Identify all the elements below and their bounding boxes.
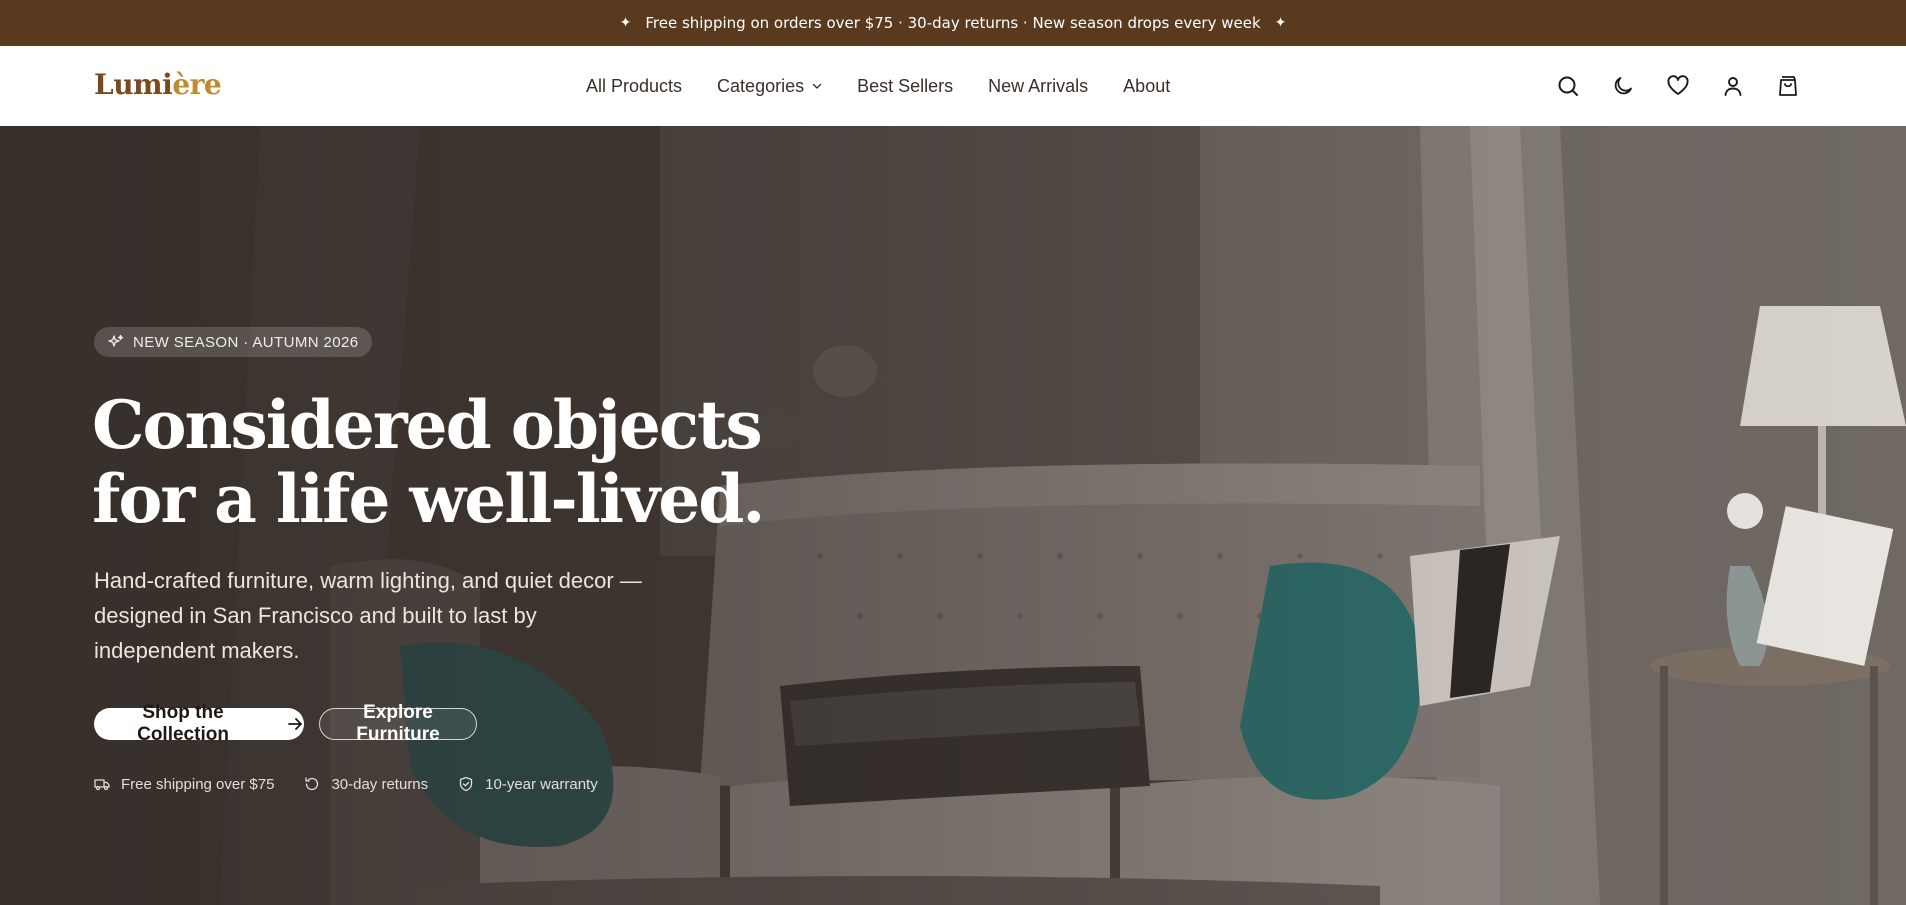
search-icon xyxy=(1558,76,1578,96)
nav-categories[interactable]: Categories xyxy=(717,76,822,97)
sparkle-icon: ✦ xyxy=(619,15,632,31)
perk-label: 30-day returns xyxy=(331,775,429,793)
chevron-down-icon xyxy=(812,83,822,89)
nav-label: Best Sellers xyxy=(857,75,954,96)
theme-toggle-button[interactable] xyxy=(1611,74,1635,98)
perk-label: Free shipping over $75 xyxy=(121,775,275,793)
nav-label: Categories xyxy=(717,75,805,96)
logo-text: Lumi xyxy=(94,68,173,101)
shop-collection-button[interactable]: Shop the Collection xyxy=(94,702,304,745)
nav-best-sellers[interactable]: Best Sellers xyxy=(857,76,953,97)
perks-list: Free shipping over $75 30-day returns 10… xyxy=(94,774,598,794)
header-actions xyxy=(1556,46,1800,126)
hero-headline: Considered objects for a life well-lived… xyxy=(92,388,792,536)
user-icon xyxy=(1724,77,1742,96)
announcement-text: Free shipping on orders over $75 · 30-da… xyxy=(645,14,1261,32)
season-badge: NEW SEASON · AUTUMN 2026 xyxy=(94,327,373,357)
moon-icon xyxy=(1614,77,1632,95)
sparkle-icon: ✦ xyxy=(1274,15,1287,31)
arrow-right-icon xyxy=(288,718,302,730)
badge-text: NEW SEASON · AUTUMN 2026 xyxy=(133,333,359,351)
announcement-bar: ✦ Free shipping on orders over $75 · 30-… xyxy=(0,0,1906,46)
brand-logo[interactable]: Lumière xyxy=(94,68,222,101)
nav-all-products[interactable]: All Products xyxy=(586,76,682,97)
headline-line-2: for a life well-lived. xyxy=(92,460,765,538)
account-button[interactable] xyxy=(1721,74,1745,98)
cart-button[interactable] xyxy=(1776,74,1800,98)
cart-icon xyxy=(1779,76,1797,96)
site-header: Lumière All Products Categories Best Sel… xyxy=(0,46,1906,126)
rotate-icon xyxy=(305,777,319,791)
truck-icon xyxy=(94,779,110,791)
logo-accent-text: ère xyxy=(172,68,222,101)
explore-furniture-button[interactable]: Explore Furniture xyxy=(319,702,477,745)
nav-label: About xyxy=(1123,75,1171,96)
search-button[interactable] xyxy=(1556,74,1580,98)
headline-line-1: Considered objects xyxy=(92,386,763,464)
sparkles-icon xyxy=(108,334,124,347)
wishlist-button[interactable] xyxy=(1666,74,1690,98)
perk-item: 30-day returns xyxy=(304,776,428,793)
main-nav: All Products Categories Best Sellers New… xyxy=(586,46,1170,126)
nav-about[interactable]: About xyxy=(1123,76,1170,97)
perk-item: Free shipping over $75 xyxy=(94,776,274,793)
shield-icon xyxy=(460,776,473,792)
button-label: Shop the Collection xyxy=(137,702,229,745)
nav-label: New Arrivals xyxy=(988,75,1089,96)
button-label: Explore Furniture xyxy=(356,702,440,745)
heart-icon xyxy=(1667,75,1689,95)
nav-label: All Products xyxy=(586,75,683,96)
hero-section: NEW SEASON · AUTUMN 2026 Considered obje… xyxy=(0,126,1906,905)
perk-label: 10-year warranty xyxy=(485,775,598,793)
nav-new-arrivals[interactable]: New Arrivals xyxy=(988,76,1088,97)
hero-subtitle: Hand-crafted furniture, warm lighting, a… xyxy=(94,568,642,663)
perk-item: 10-year warranty xyxy=(458,776,598,793)
